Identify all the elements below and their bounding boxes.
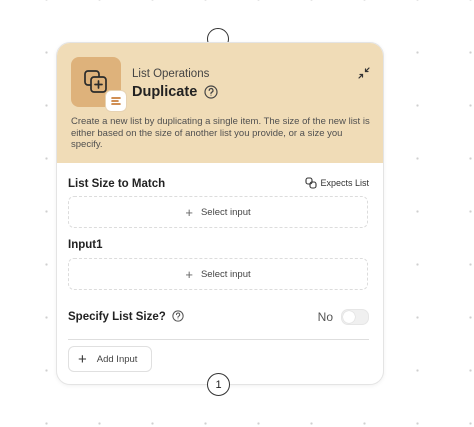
node-title-row: Duplicate [132,84,218,100]
input1-label: Input1 [68,239,103,251]
specify-list-size-label: Specify List Size? [68,311,166,323]
specify-list-size-value: No [317,310,333,324]
select-input-label: Select input [200,268,251,280]
select-input-label: Select input [200,206,251,218]
divider [68,339,369,340]
expects-list-hint: Expects List [305,177,369,189]
expects-list-label: Expects List [320,178,369,188]
plus-icon: + [185,266,193,282]
plus-icon: + [78,350,87,368]
list-lines-icon [111,97,121,105]
question-circle-icon[interactable] [172,309,184,325]
node-description: Create a new list by duplicating a singl… [71,116,370,150]
output-port-count: 1 [215,378,222,391]
output-port[interactable]: 1 [207,373,230,396]
duplicate-icon [84,70,107,93]
duplicate-node[interactable]: List Operations Duplicate Create a new l… [56,42,384,385]
node-title: Duplicate [132,84,198,100]
collapse-arrows-icon[interactable] [358,66,370,84]
list-size-label: List Size to Match [68,178,166,190]
list-size-select-input[interactable]: + Select input [68,196,368,228]
add-input-label: Add Input [96,353,138,365]
plus-icon: + [185,204,193,220]
add-input-button[interactable]: + Add Input [68,346,152,372]
list-badge [106,91,126,111]
input1-select-input[interactable]: + Select input [68,258,368,290]
link-icon [305,177,318,189]
question-circle-icon[interactable] [204,85,218,99]
node-icon-tile [71,57,126,111]
toggle-knob [343,311,355,323]
node-header: List Operations Duplicate Create a new l… [57,43,383,163]
node-category: List Operations [132,68,210,80]
specify-list-size-row: Specify List Size? No [68,308,369,326]
specify-list-size-toggle[interactable] [341,309,369,325]
specify-list-size-label-group: Specify List Size? [68,309,184,325]
